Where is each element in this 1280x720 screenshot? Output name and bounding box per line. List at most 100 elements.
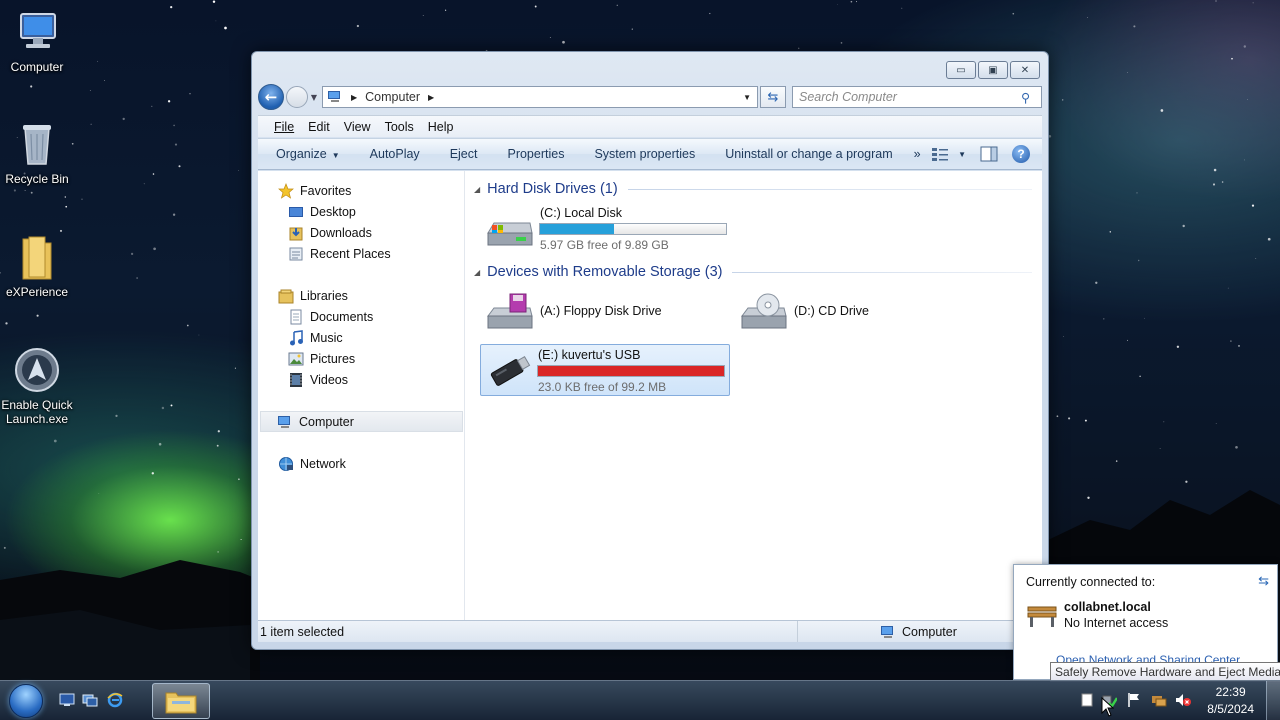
computer-icon	[277, 414, 293, 430]
window-caption-buttons: ▭ ▣ ✕	[946, 61, 1040, 79]
nav-recent-places[interactable]: Recent Places	[288, 243, 391, 264]
nav-videos[interactable]: Videos	[288, 369, 348, 390]
breadcrumb-arrow-icon[interactable]: ▶	[351, 93, 357, 102]
maximize-button[interactable]: ▣	[978, 61, 1008, 79]
nav-pictures-label: Pictures	[310, 351, 356, 366]
drives-view: ◢ Hard Disk Drives (1) (C:) Local Disk 5…	[466, 171, 1042, 620]
change-view-button[interactable]: ▼	[932, 147, 966, 161]
breadcrumb-computer[interactable]: Computer	[365, 90, 420, 104]
chevron-down-icon: ▼	[331, 151, 340, 160]
chevron-down-icon: ▼	[958, 149, 966, 159]
drive-a-floppy[interactable]: (A:) Floppy Disk Drive	[483, 286, 733, 338]
refresh-button[interactable]: ⇆	[760, 86, 786, 108]
network-refresh-icon[interactable]: ⇆	[1258, 573, 1269, 589]
eject-button[interactable]: Eject	[435, 147, 493, 161]
menu-bar: File Edit View Tools Help	[258, 115, 1042, 137]
desktop-icon	[288, 204, 304, 220]
explorer-window: ▭ ▣ ✕ ← ▼ ▶ Computer ▶ ▼ ⇆ Search Comput…	[251, 51, 1049, 650]
collapse-triangle-icon[interactable]: ◢	[474, 268, 480, 277]
forward-button[interactable]	[286, 86, 308, 108]
more-commands-button[interactable]: »	[908, 147, 927, 161]
properties-button[interactable]: Properties	[492, 147, 579, 161]
address-history-dropdown[interactable]: ▼	[743, 93, 757, 102]
network-name: collabnet.local	[1064, 600, 1151, 614]
nav-documents[interactable]: Documents	[288, 306, 373, 327]
cd-drive-icon	[741, 293, 787, 329]
nav-favorites[interactable]: Favorites	[278, 180, 351, 201]
uninstall-program-button[interactable]: Uninstall or change a program	[710, 147, 907, 161]
menu-file[interactable]: File	[274, 120, 294, 134]
organize-button[interactable]: Organize ▼	[258, 147, 355, 161]
desktop-icon-recycle-bin[interactable]: Recycle Bin	[0, 120, 74, 186]
star-icon	[278, 182, 294, 199]
menu-view-label: View	[343, 119, 371, 134]
autoplay-button[interactable]: AutoPlay	[355, 147, 435, 161]
search-input[interactable]: Search Computer ⚲	[792, 86, 1042, 108]
show-desktop-button[interactable]	[1266, 681, 1280, 720]
downloads-icon	[288, 225, 304, 241]
system-clock[interactable]: 22:39 8/5/2024	[1207, 684, 1254, 718]
volume-muted-icon[interactable]	[1175, 692, 1191, 708]
group-divider	[627, 188, 1032, 190]
nav-pictures[interactable]: Pictures	[288, 348, 355, 369]
preview-pane-icon[interactable]	[980, 146, 998, 162]
switch-windows-quicklaunch-icon[interactable]	[82, 692, 98, 708]
minimize-button[interactable]: ▭	[946, 61, 976, 79]
refresh-icon: ⇆	[767, 89, 779, 105]
desktop-icon-label: Recycle Bin	[5, 172, 69, 186]
mouse-cursor-icon	[1101, 697, 1115, 717]
group-header-removable-storage[interactable]: ◢ Devices with Removable Storage (3)	[474, 264, 1032, 280]
nav-downloads[interactable]: Downloads	[288, 222, 372, 243]
folder-icon	[13, 233, 61, 281]
start-button[interactable]	[3, 682, 49, 720]
close-button[interactable]: ✕	[1010, 61, 1040, 79]
network-status-icon[interactable]	[1151, 692, 1167, 708]
status-bar: 1 item selected Computer	[258, 620, 1042, 642]
desktop-icon-experience[interactable]: eXPerience	[0, 233, 74, 299]
menu-view[interactable]: View	[344, 120, 371, 134]
recent-pages-dropdown[interactable]: ▼	[308, 93, 320, 102]
tray-notes-icon[interactable]	[1079, 692, 1095, 708]
breadcrumb-arrow-icon[interactable]: ▶	[428, 93, 434, 102]
action-center-flag-icon[interactable]	[1126, 692, 1142, 708]
group-header-hard-disk-drives[interactable]: ◢ Hard Disk Drives (1)	[474, 181, 1032, 197]
group-title: Devices with Removable Storage (3)	[487, 264, 723, 280]
floppy-drive-icon	[487, 293, 533, 329]
back-button[interactable]: ←	[258, 84, 284, 110]
nav-computer[interactable]: Computer	[260, 411, 463, 432]
recycle-bin-icon	[13, 120, 61, 168]
nav-network[interactable]: Network	[278, 453, 346, 474]
drive-d-cd[interactable]: (D:) CD Drive	[737, 286, 987, 338]
drive-usage-fill	[540, 224, 615, 234]
desktop-icon-computer[interactable]: Computer	[0, 8, 74, 74]
desktop-icon-enable-quick-launch[interactable]: Enable Quick Launch.exe	[0, 346, 74, 426]
view-options-icon	[932, 148, 949, 161]
network-status: No Internet access	[1064, 616, 1169, 630]
address-bar[interactable]: ▶ Computer ▶ ▼	[322, 86, 758, 108]
menu-edit[interactable]: Edit	[308, 120, 330, 134]
nav-downloads-label: Downloads	[310, 225, 372, 240]
drive-c-local-disk[interactable]: (C:) Local Disk 5.97 GB free of 9.89 GB	[483, 203, 733, 255]
collapse-triangle-icon[interactable]: ◢	[474, 185, 480, 194]
clock-time: 22:39	[1215, 685, 1246, 699]
drive-e-usb[interactable]: (E:) kuvertu's USB 23.0 KB free of 99.2 …	[480, 344, 730, 396]
taskbar-explorer-button[interactable]	[152, 683, 210, 719]
help-icon[interactable]: ?	[1012, 145, 1030, 163]
drive-free-space: 23.0 KB free of 99.2 MB	[538, 380, 667, 394]
search-icon[interactable]: ⚲	[1021, 90, 1041, 105]
nav-desktop[interactable]: Desktop	[288, 201, 356, 222]
drive-name: (A:) Floppy Disk Drive	[540, 304, 662, 318]
nav-music[interactable]: Music	[288, 327, 343, 348]
menu-tools[interactable]: Tools	[385, 120, 414, 134]
group-title: Hard Disk Drives (1)	[487, 181, 618, 197]
show-desktop-quicklaunch-icon[interactable]	[59, 692, 75, 708]
menu-help[interactable]: Help	[428, 120, 454, 134]
drive-name: (D:) CD Drive	[794, 304, 869, 318]
nav-network-label: Network	[300, 456, 346, 471]
command-bar: Organize ▼ AutoPlay Eject Properties Syst…	[258, 138, 1042, 170]
internet-explorer-icon[interactable]	[107, 692, 123, 708]
nav-libraries[interactable]: Libraries	[278, 285, 348, 306]
system-properties-button[interactable]: System properties	[579, 147, 710, 161]
nav-videos-label: Videos	[310, 372, 348, 387]
recent-places-icon	[288, 246, 304, 262]
